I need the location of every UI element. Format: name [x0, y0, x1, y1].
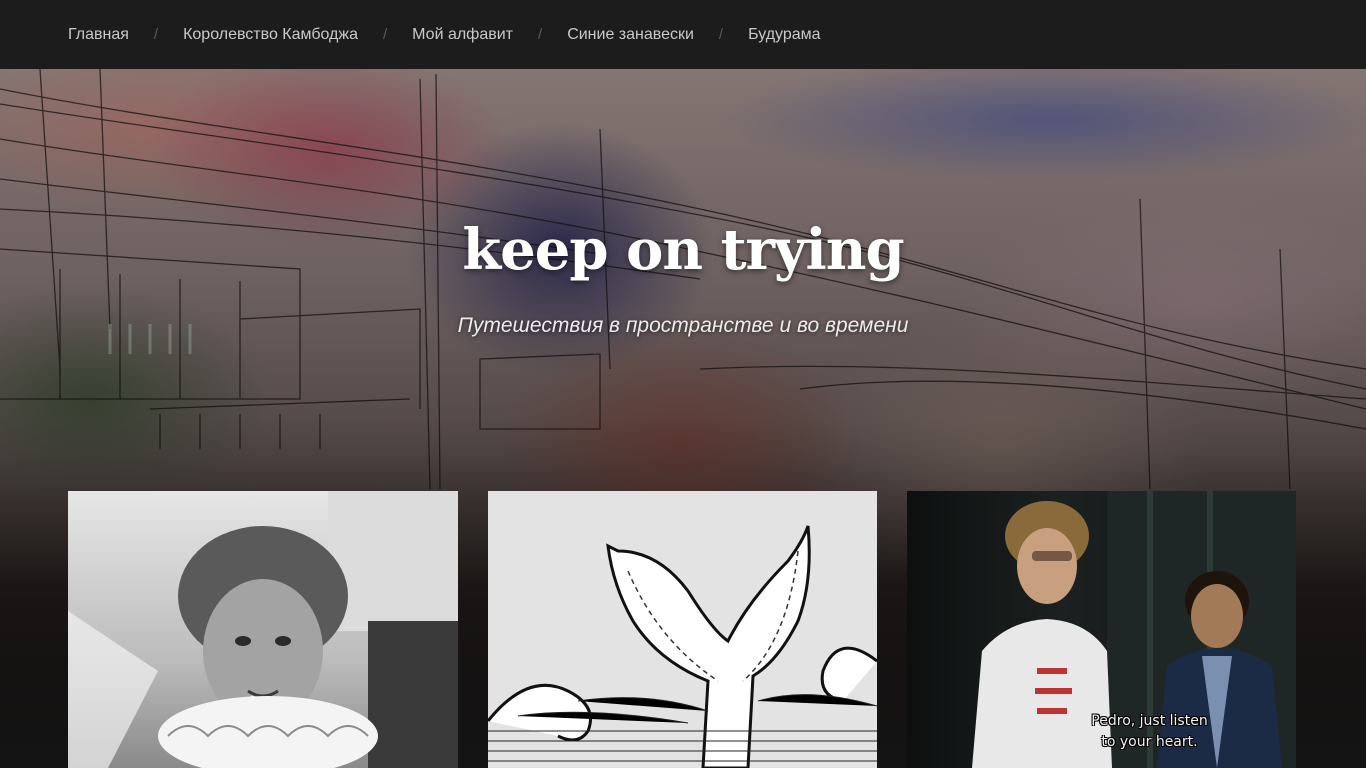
site-description: Путешествия в пространстве и во времени: [457, 314, 909, 337]
nav-separator: /: [153, 26, 159, 43]
post-card-whale[interactable]: [488, 491, 877, 768]
movie-subtitle-line-1: Pedro, just listen: [1091, 713, 1208, 729]
top-navigation: Главная / Королевство Камбоджа / Мой алф…: [0, 0, 1366, 69]
nav-item-cambodia[interactable]: Королевство Камбоджа: [183, 26, 358, 44]
post-card-movie[interactable]: Pedro, just listen to your heart.: [907, 491, 1296, 768]
site-title[interactable]: keep on trying: [0, 217, 1366, 283]
nav-item-alphabet[interactable]: Мой алфавит: [412, 26, 513, 44]
movie-subtitle-line-2: to your heart.: [1101, 734, 1198, 750]
nav-item-budurama[interactable]: Будурама: [748, 26, 820, 44]
nav-item-blue-curtains[interactable]: Синие занавески: [567, 26, 694, 44]
nav-item-home[interactable]: Главная: [68, 26, 129, 44]
nav-separator: /: [382, 26, 388, 43]
post-card-portrait[interactable]: [68, 491, 458, 768]
portrait-photo-image: [68, 491, 458, 768]
whale-tail-image: [488, 525, 877, 768]
nav-separator: /: [718, 26, 724, 43]
nav-separator: /: [538, 26, 543, 43]
